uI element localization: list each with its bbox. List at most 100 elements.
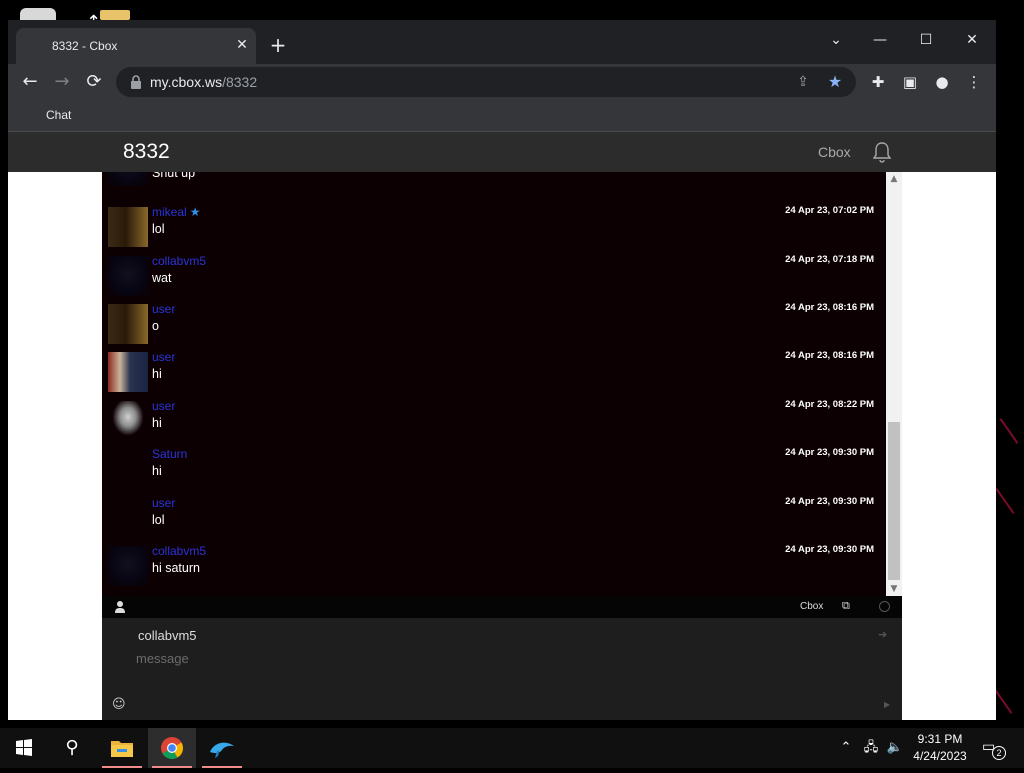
bell-icon[interactable]	[870, 140, 894, 164]
avatar	[108, 304, 148, 344]
maximize-button[interactable]: ☐	[906, 26, 946, 54]
message-text: lol	[152, 222, 165, 236]
cbox-brand-link[interactable]: Cbox	[800, 601, 823, 612]
message-username[interactable]: user	[152, 496, 175, 510]
desktop-folder-icon[interactable]	[100, 10, 130, 20]
message-username[interactable]: mikeal ★	[152, 205, 200, 219]
url-text[interactable]: my.cbox.ws/8332	[150, 74, 257, 90]
message-timestamp: 24 Apr 23, 08:16 PM	[785, 350, 874, 361]
message-input[interactable]	[136, 648, 836, 668]
browser-toolbar: ← → ⟳ my.cbox.ws/8332 ⇪ ★ ✚ ▣ ● ⋮	[8, 64, 996, 100]
site-header: 8332 Cbox	[8, 132, 996, 172]
side-panel-icon[interactable]: ▣	[898, 70, 922, 94]
chrome-icon[interactable]	[148, 728, 196, 768]
chat-toolbar: Cbox ⧉	[102, 596, 902, 618]
user-icon[interactable]	[114, 600, 126, 614]
status-indicator-icon	[879, 601, 890, 612]
message-timestamp: 24 Apr 23, 09:30 PM	[785, 447, 874, 458]
chat-box: Shut up mikeal ★ 24 Apr 23, 07:02 PM lol …	[102, 172, 902, 720]
tab-cbox[interactable]: 8332 - Cbox ✕	[16, 28, 256, 64]
avatar	[108, 256, 148, 296]
forward-button[interactable]: →	[48, 68, 76, 96]
list-item: Saturn 24 Apr 23, 09:30 PM hi	[102, 447, 886, 495]
profile-icon[interactable]: ●	[930, 70, 954, 94]
message-text: wat	[152, 271, 172, 285]
list-item: user 24 Apr 23, 08:16 PM hi	[102, 350, 886, 398]
clock-time: 9:31 PM	[917, 732, 963, 746]
system-clock[interactable]: 9:31 PM 4/24/2023	[910, 731, 970, 765]
message-username[interactable]: Saturn	[152, 447, 187, 461]
message-text: hi	[152, 464, 162, 478]
windows-start-icon[interactable]	[0, 728, 48, 768]
bookmark-chat[interactable]: Chat	[46, 108, 71, 122]
external-link-icon[interactable]: ⧉	[842, 599, 856, 613]
address-bar[interactable]: my.cbox.ws/8332 ⇪ ★	[116, 67, 856, 97]
dolphin-app-icon[interactable]	[198, 728, 246, 768]
taskbar: ⚲ ⌃ 🖧 🔈 9:31 PM 4/24/2023 ▭ 2	[0, 728, 1024, 768]
emoji-icon[interactable]: ☺	[112, 698, 126, 712]
expand-arrow-icon[interactable]: ▶	[884, 700, 890, 709]
username-text: mikeal	[152, 205, 187, 219]
chat-scrollbar[interactable]: ▲ ▼	[886, 172, 902, 596]
page-content: 8332 Cbox Shut up mikeal ★ 24 Apr 23, 07:…	[8, 132, 996, 720]
message-timestamp: 24 Apr 23, 09:30 PM	[785, 544, 874, 555]
url-domain: my.cbox.ws	[150, 74, 223, 90]
message-text: hi	[152, 367, 162, 381]
network-icon[interactable]: 🖧	[860, 728, 882, 768]
desktop-recycle-bin-icon[interactable]	[20, 8, 56, 20]
avatar	[108, 401, 148, 441]
notification-center-icon[interactable]: ▭ 2	[982, 738, 1006, 760]
bookmark-star-icon[interactable]: ★	[824, 72, 846, 92]
list-item: user 24 Apr 23, 08:16 PM o	[102, 302, 886, 350]
notification-count-badge: 2	[992, 746, 1006, 760]
compose-area: collabvm5 ➜ ☺ ▶	[102, 618, 902, 720]
send-icon[interactable]: ➜	[878, 628, 892, 642]
reload-button[interactable]: ⟳	[80, 68, 108, 96]
star-icon: ★	[189, 205, 201, 219]
message-username[interactable]: collabvm5	[152, 544, 206, 558]
minimize-button[interactable]: —	[860, 26, 900, 54]
scroll-down-icon[interactable]: ▼	[886, 582, 902, 596]
clock-date: 4/24/2023	[913, 749, 967, 763]
avatar	[108, 352, 148, 392]
message-timestamp: 24 Apr 23, 08:16 PM	[785, 302, 874, 313]
chevron-up-icon[interactable]: ⌃	[836, 728, 856, 768]
message-username[interactable]: user	[152, 399, 175, 413]
share-icon[interactable]: ⇪	[792, 72, 814, 92]
file-explorer-icon[interactable]	[98, 728, 146, 768]
message-username[interactable]: user	[152, 350, 175, 364]
message-text: Shut up	[152, 172, 196, 180]
list-item: collabvm5 24 Apr 23, 09:30 PM hi saturn	[102, 544, 886, 592]
message-text: hi saturn	[152, 561, 200, 575]
tab-search-chevron-icon[interactable]: ⌄	[816, 26, 856, 54]
volume-icon[interactable]: 🔈	[884, 728, 906, 768]
list-item: user 24 Apr 23, 09:30 PM lol	[102, 496, 886, 544]
new-tab-button[interactable]: +	[266, 34, 290, 58]
url-path: /8332	[222, 74, 258, 90]
close-window-button[interactable]: ✕	[952, 26, 992, 54]
extensions-icon[interactable]: ✚	[866, 70, 890, 94]
list-item: mikeal ★ 24 Apr 23, 07:02 PM lol	[102, 205, 886, 253]
menu-kebab-icon[interactable]: ⋮	[962, 70, 986, 94]
browser-window: 8332 - Cbox ✕ + ⌄ — ☐ ✕ ← → ⟳ my.cbox.ws…	[8, 20, 996, 720]
list-item: user 24 Apr 23, 08:22 PM hi	[102, 399, 886, 447]
tab-close-icon[interactable]: ✕	[232, 35, 252, 55]
message-timestamp: 24 Apr 23, 09:30 PM	[785, 496, 874, 507]
message-text: hi	[152, 416, 162, 430]
cbox-brand-link[interactable]: Cbox	[818, 144, 851, 160]
back-button[interactable]: ←	[16, 68, 44, 96]
scrollbar-thumb[interactable]	[888, 422, 900, 580]
message-list[interactable]: Shut up mikeal ★ 24 Apr 23, 07:02 PM lol …	[102, 172, 886, 596]
message-username[interactable]: user	[152, 302, 175, 316]
lock-icon[interactable]	[130, 75, 142, 89]
background-streak	[999, 418, 1019, 444]
bookmarks-bar: Chat	[8, 100, 996, 132]
message-timestamp: 24 Apr 23, 07:18 PM	[785, 254, 874, 265]
background-streak	[993, 688, 1013, 714]
scroll-up-icon[interactable]: ▲	[886, 172, 902, 186]
page-title: 8332	[123, 140, 170, 163]
compose-name[interactable]: collabvm5	[138, 628, 197, 643]
search-icon[interactable]: ⚲	[48, 728, 96, 768]
avatar	[108, 172, 148, 186]
message-username[interactable]: collabvm5	[152, 254, 206, 268]
